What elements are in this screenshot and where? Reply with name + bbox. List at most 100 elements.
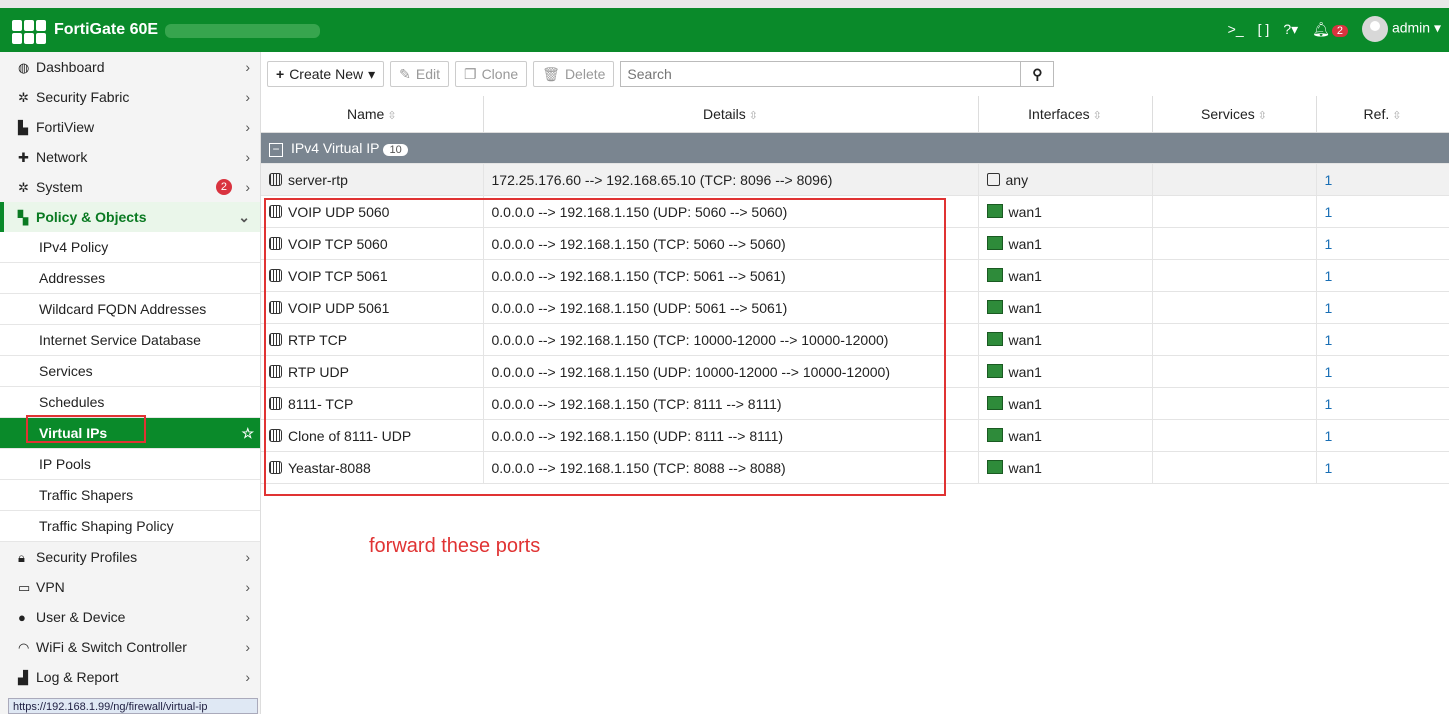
- caret-down-icon: ▾: [368, 66, 376, 82]
- sidebar-item-wildcard-fqdn[interactable]: Wildcard FQDN Addresses: [0, 294, 260, 325]
- sort-icon: ⇳: [1092, 110, 1102, 122]
- highlight-forward-rows: [264, 198, 946, 496]
- wan-port-icon: [986, 427, 1003, 442]
- clone-button[interactable]: ❐ Clone: [455, 61, 528, 87]
- chevron-right-icon: ›: [245, 149, 250, 165]
- sidebar-item-schedules[interactable]: Schedules: [0, 387, 260, 418]
- top-bar: FortiGate 60E >_ [ ] ?▾ 🔔︎ 2 admin ▾: [0, 0, 1449, 52]
- ref-link[interactable]: 1: [1316, 355, 1449, 388]
- username: admin: [1391, 19, 1431, 36]
- sidebar-item-vpn[interactable]: ▭ VPN ›: [0, 572, 260, 602]
- network-icon: ✚: [18, 150, 29, 165]
- wifi-icon: ◠: [18, 640, 30, 655]
- chevron-right-icon: ›: [245, 549, 250, 565]
- column-header-name[interactable]: Name ⇳: [261, 96, 484, 133]
- ref-link[interactable]: 1: [1316, 387, 1449, 420]
- chevron-right-icon: ›: [245, 119, 250, 135]
- sidebar-item-security-fabric[interactable]: ✲ Security Fabric ›: [0, 82, 260, 112]
- policy-icon: ▚: [18, 210, 28, 225]
- chevron-right-icon: ›: [245, 639, 250, 655]
- wan-port-icon: [986, 363, 1003, 378]
- collapse-icon[interactable]: −: [269, 142, 283, 157]
- column-header-ref[interactable]: Ref. ⇳: [1316, 96, 1449, 133]
- group-row[interactable]: − IPv4 Virtual IP 10: [261, 132, 1449, 164]
- group-count-badge: 10: [383, 143, 408, 156]
- edit-button[interactable]: ✎ Edit: [390, 61, 449, 87]
- fullscreen-icon[interactable]: [ ]: [1258, 21, 1270, 37]
- user-menu[interactable]: admin ▾: [1362, 16, 1441, 42]
- column-header-interfaces[interactable]: Interfaces ⇳: [978, 96, 1153, 133]
- search-icon[interactable]: ⚲: [1020, 62, 1053, 86]
- device-name: FortiGate 60E: [54, 21, 159, 38]
- ref-link[interactable]: 1: [1316, 163, 1449, 196]
- fortinet-logo-icon[interactable]: [12, 20, 46, 44]
- sort-icon: ⇳: [1257, 110, 1267, 122]
- sidebar-item-fortiview[interactable]: ▙ FortiView ›: [0, 112, 260, 142]
- chevron-down-icon: ⌄: [238, 209, 250, 225]
- table-row[interactable]: server-rtp 172.25.176.60 --> 192.168.65.…: [261, 163, 1449, 196]
- create-new-button[interactable]: + Create New ▾: [267, 61, 385, 87]
- wan-port-icon: [986, 235, 1003, 250]
- any-interface-icon: [986, 172, 1000, 186]
- toolbar: +Create New▾ ✎Edit ❐Clone 🗑︎Delete ⚲: [261, 52, 1449, 96]
- sidebar-item-log-report[interactable]: ▟ Log & Report ›: [0, 662, 260, 692]
- chevron-right-icon: ›: [245, 609, 250, 625]
- log-icon: ▟: [18, 670, 28, 685]
- dashboard-icon: ◍: [18, 60, 30, 75]
- ref-link[interactable]: 1: [1316, 323, 1449, 356]
- sidebar-item-ip-pools[interactable]: IP Pools: [0, 449, 260, 480]
- sidebar-item-internet-service-db[interactable]: Internet Service Database: [0, 325, 260, 356]
- fortiview-icon: ▙: [18, 120, 28, 135]
- security-fabric-icon: ✲: [18, 90, 29, 105]
- notifications-icon[interactable]: 🔔︎ 2: [1312, 21, 1349, 38]
- sort-icon: ⇳: [748, 110, 758, 122]
- chevron-right-icon: ›: [245, 179, 250, 195]
- search-input[interactable]: [621, 62, 1021, 86]
- ref-link[interactable]: 1: [1316, 259, 1449, 292]
- ref-link[interactable]: 1: [1316, 451, 1449, 484]
- user-icon: ●: [18, 610, 26, 625]
- sidebar-item-network[interactable]: ✚ Network ›: [0, 142, 260, 172]
- status-url: https://192.168.1.99/ng/firewall/virtual…: [8, 698, 258, 714]
- sidebar-item-addresses[interactable]: Addresses: [0, 263, 260, 294]
- ref-link[interactable]: 1: [1316, 195, 1449, 228]
- sidebar-item-traffic-shaping-policy[interactable]: Traffic Shaping Policy: [0, 511, 260, 542]
- pencil-icon: ✎: [399, 66, 411, 82]
- sidebar-item-security-profiles[interactable]: 🔒︎ Security Profiles ›: [0, 542, 260, 572]
- highlight-virtual-ips: [26, 415, 146, 443]
- sidebar-item-services[interactable]: Services: [0, 356, 260, 387]
- delete-button[interactable]: 🗑︎ Delete: [533, 61, 615, 87]
- wan-port-icon: [986, 395, 1003, 410]
- wan-port-icon: [986, 459, 1003, 474]
- help-icon[interactable]: ?▾: [1283, 21, 1298, 38]
- sidebar-item-user-device[interactable]: ● User & Device ›: [0, 602, 260, 632]
- sort-icon: ⇳: [387, 110, 397, 122]
- avatar: [1362, 16, 1389, 42]
- sidebar-item-system[interactable]: ✲ System 2 ›: [0, 172, 260, 202]
- sidebar-item-wifi-switch[interactable]: ◠ WiFi & Switch Controller ›: [0, 632, 260, 662]
- sidebar-item-ipv4-policy[interactable]: IPv4 Policy: [0, 232, 260, 263]
- redacted-text: [165, 24, 320, 38]
- chevron-right-icon: ›: [245, 59, 250, 75]
- virtual-ip-icon: [269, 172, 282, 186]
- chevron-right-icon: ›: [245, 89, 250, 105]
- sidebar-item-dashboard[interactable]: ◍ Dashboard ›: [0, 52, 260, 82]
- ref-link[interactable]: 1: [1316, 227, 1449, 260]
- column-header-services[interactable]: Services ⇳: [1152, 96, 1317, 133]
- clone-icon: ❐: [464, 66, 477, 82]
- group-label: IPv4 Virtual IP: [291, 139, 380, 156]
- wan-port-icon: [986, 331, 1003, 346]
- ref-link[interactable]: 1: [1316, 291, 1449, 324]
- chevron-right-icon: ›: [245, 579, 250, 595]
- system-icon: ✲: [18, 180, 29, 195]
- search-box: ⚲: [620, 61, 1055, 87]
- sidebar-item-policy-objects[interactable]: ▚ Policy & Objects ⌄: [0, 202, 260, 232]
- sidebar-item-traffic-shapers[interactable]: Traffic Shapers: [0, 480, 260, 511]
- ref-link[interactable]: 1: [1316, 419, 1449, 452]
- plus-icon: +: [276, 66, 285, 82]
- annotation-note: forward these ports: [369, 535, 541, 557]
- cli-console-icon[interactable]: >_: [1228, 21, 1244, 37]
- star-icon[interactable]: ☆: [241, 418, 254, 448]
- column-header-details[interactable]: Details ⇳: [483, 96, 979, 133]
- trash-icon: 🗑︎: [542, 66, 560, 82]
